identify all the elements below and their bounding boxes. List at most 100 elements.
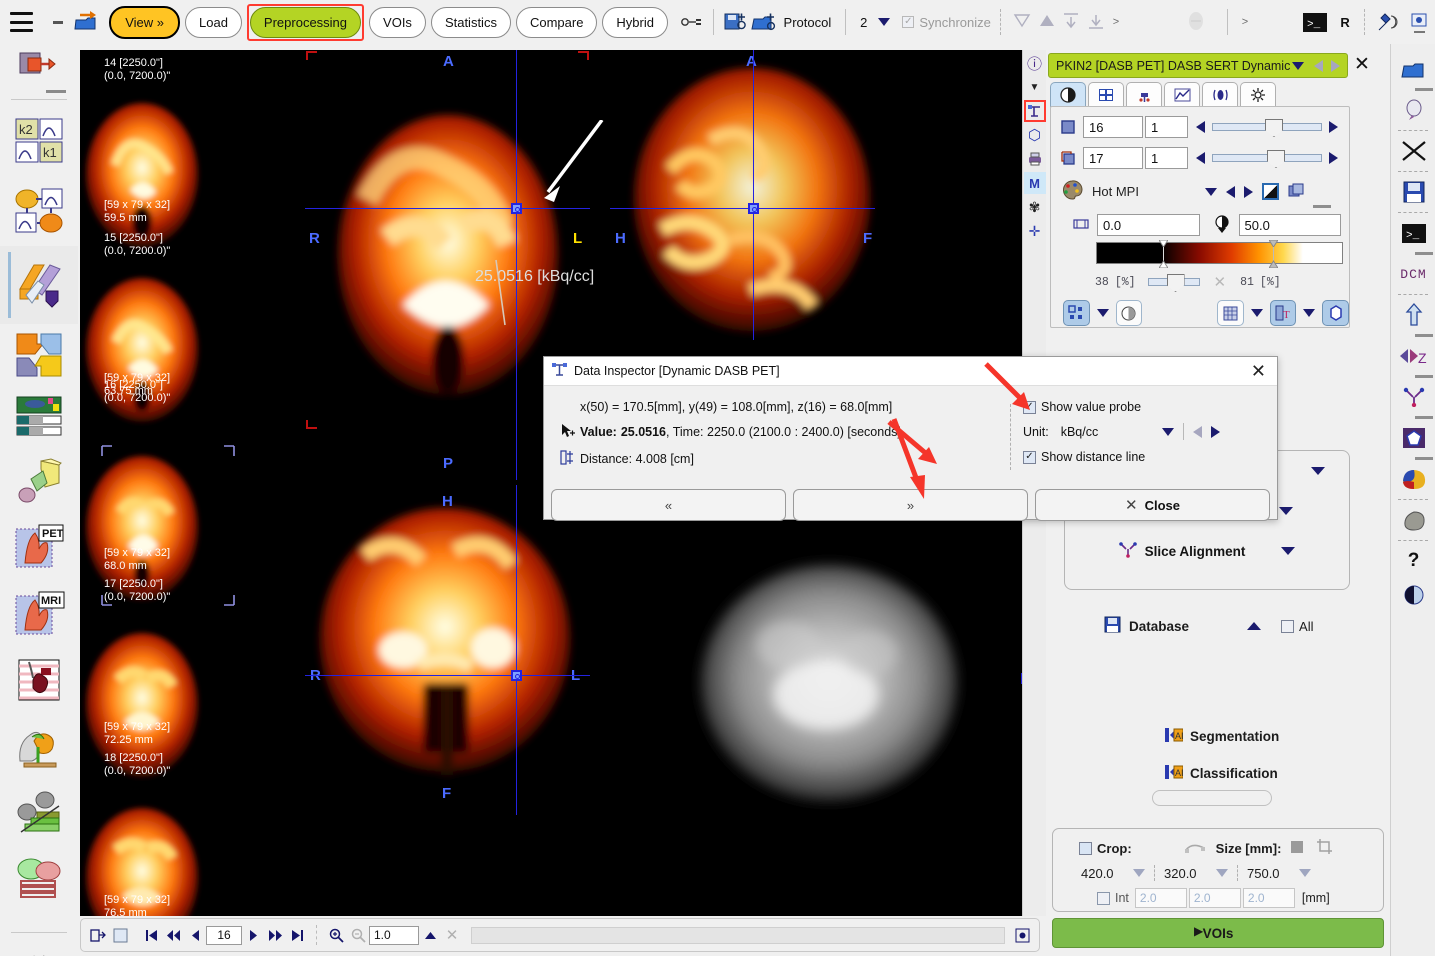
reset-threshold-icon[interactable]: ✕ bbox=[1214, 273, 1227, 291]
rail-dash-6[interactable] bbox=[1415, 334, 1433, 337]
cardiac-pet-icon[interactable]: PET bbox=[0, 514, 78, 582]
crop-z-dropdown-icon[interactable] bbox=[1299, 869, 1311, 877]
help-icon[interactable]: ? bbox=[1391, 544, 1435, 578]
coronal-crosshair-horizontal[interactable] bbox=[305, 675, 590, 676]
coronal-view[interactable]: H R L F bbox=[305, 485, 590, 815]
tools-icon[interactable] bbox=[1374, 10, 1404, 34]
save-icon[interactable] bbox=[1391, 175, 1435, 209]
tab-settings[interactable] bbox=[1240, 82, 1276, 107]
align-top-icon[interactable] bbox=[1059, 12, 1083, 33]
window-controls-icon[interactable] bbox=[1404, 12, 1435, 33]
save-protocol-icon[interactable] bbox=[723, 11, 749, 33]
crop-x-value[interactable]: 420.0 bbox=[1081, 866, 1133, 881]
frame-value-input[interactable]: 17 bbox=[1083, 147, 1143, 169]
zoom-value-input[interactable]: 1.0 bbox=[369, 925, 419, 945]
mri-view[interactable] bbox=[648, 525, 1022, 840]
crosshair-icon[interactable]: ✛ bbox=[1024, 220, 1046, 242]
split-z-icon[interactable]: Z bbox=[1391, 339, 1435, 373]
rail-collapse-dash[interactable] bbox=[1415, 88, 1433, 91]
interp-y-input[interactable]: 2.0 bbox=[1188, 888, 1241, 908]
chevron-down-icon[interactable]: ▼ bbox=[1024, 76, 1046, 98]
statistics-button[interactable]: Statistics bbox=[430, 6, 511, 38]
slice-increment-icon[interactable] bbox=[1329, 121, 1338, 133]
crosshair-vertical[interactable] bbox=[516, 50, 517, 480]
shape-icon[interactable] bbox=[1322, 300, 1349, 326]
hamburger-icon[interactable] bbox=[10, 12, 33, 32]
balloon-icon[interactable] bbox=[1391, 93, 1435, 127]
slice-value-input[interactable]: 16 bbox=[1083, 116, 1143, 138]
info-icon[interactable]: ⓘ bbox=[1024, 52, 1046, 74]
grid-icon[interactable] bbox=[1217, 300, 1244, 326]
show-distance-line-checkbox[interactable]: ✓ bbox=[1023, 450, 1036, 464]
interp-x-input[interactable]: 2.0 bbox=[1134, 888, 1187, 908]
sagittal-crosshair-marker[interactable] bbox=[748, 203, 759, 214]
rewind-button[interactable] bbox=[162, 924, 184, 946]
minimize-dash-icon[interactable] bbox=[52, 20, 64, 24]
pkin-modeling-icon[interactable] bbox=[0, 176, 78, 246]
series-prev-icon[interactable] bbox=[1314, 59, 1323, 72]
layout-count[interactable]: 2 bbox=[860, 15, 867, 30]
split-slices-dropdown-icon[interactable] bbox=[1279, 507, 1294, 515]
threshold-slider-knob[interactable] bbox=[1166, 274, 1185, 292]
tab-contrast[interactable] bbox=[1050, 82, 1086, 107]
link-icon[interactable] bbox=[681, 16, 704, 28]
load-button[interactable]: Load bbox=[185, 6, 242, 38]
frame-slider[interactable] bbox=[1212, 150, 1322, 168]
interp-z-input[interactable]: 2.0 bbox=[1242, 888, 1295, 908]
tab-layout[interactable] bbox=[1088, 82, 1124, 107]
align-bottom-icon[interactable] bbox=[1083, 12, 1107, 33]
console-icon[interactable]: >_ bbox=[1302, 12, 1328, 32]
colortable-prev-icon[interactable] bbox=[1225, 185, 1235, 198]
sagittal-crosshair-horizontal[interactable] bbox=[610, 208, 875, 209]
vois-button[interactable]: VOIs bbox=[369, 6, 426, 38]
tab-motion[interactable] bbox=[1202, 82, 1238, 107]
kinetic-modeling-k2k1-icon[interactable]: k2 k1 bbox=[0, 106, 78, 176]
filter-up-icon[interactable] bbox=[1034, 12, 1058, 33]
unit-dropdown-icon[interactable] bbox=[1162, 427, 1175, 436]
3d-rendering-icon[interactable] bbox=[0, 448, 78, 514]
sagittal-crosshair-vertical[interactable] bbox=[753, 50, 754, 340]
filter-down-icon[interactable] bbox=[1010, 12, 1034, 33]
colortable-next-icon[interactable] bbox=[1243, 185, 1253, 198]
stone-icon[interactable] bbox=[1391, 503, 1435, 537]
previous-slice-button[interactable] bbox=[184, 924, 206, 946]
colorbar[interactable] bbox=[1096, 239, 1343, 269]
series-dropdown-icon[interactable] bbox=[1292, 61, 1304, 70]
colortable-minimize-dash[interactable] bbox=[1313, 205, 1331, 208]
r-label[interactable]: R bbox=[1340, 15, 1349, 30]
synchronize-checkbox[interactable]: ✓ Synchronize bbox=[902, 15, 991, 30]
orientation-icon[interactable] bbox=[1391, 298, 1435, 332]
exit-icon[interactable]: ✕ bbox=[0, 939, 78, 956]
hybrid-button[interactable]: Hybrid bbox=[602, 6, 668, 38]
rail-dash-7[interactable] bbox=[1415, 375, 1433, 378]
dcm-label[interactable]: DCM bbox=[1391, 257, 1435, 291]
range-min-input[interactable]: 0.0 bbox=[1097, 214, 1200, 236]
database-collapse-icon[interactable] bbox=[1247, 622, 1262, 630]
fuse-it-icon[interactable] bbox=[0, 324, 78, 386]
collapse-icon[interactable] bbox=[419, 924, 441, 946]
slice-number-input[interactable]: 16 bbox=[206, 925, 242, 945]
percent-low-value[interactable]: 38 bbox=[1095, 276, 1109, 289]
segmentation-row[interactable]: AI Segmentation bbox=[1164, 727, 1279, 746]
database-row[interactable]: Database All bbox=[1104, 616, 1334, 636]
frame-increment-icon[interactable] bbox=[1329, 152, 1338, 164]
series-next-icon[interactable] bbox=[1331, 59, 1340, 72]
slice-slider[interactable] bbox=[1212, 119, 1322, 137]
roi-shape-icon[interactable]: ⬡ bbox=[1024, 124, 1046, 146]
show-value-probe-checkbox[interactable]: ✓ bbox=[1023, 400, 1036, 414]
close-icon[interactable]: ✕ bbox=[441, 924, 463, 946]
open-file-icon[interactable] bbox=[73, 9, 101, 35]
series-close-icon[interactable]: ✕ bbox=[1354, 55, 1370, 75]
show-distance-line-row[interactable]: ✓ Show distance line bbox=[1023, 450, 1277, 464]
empty-action-button[interactable] bbox=[1152, 790, 1272, 806]
slice-alignment-dropdown-icon[interactable] bbox=[1281, 547, 1296, 555]
stop-icon[interactable] bbox=[109, 924, 131, 946]
zoom-in-icon[interactable] bbox=[325, 924, 347, 946]
vois-pan el-button[interactable]: VOIs bbox=[1052, 918, 1384, 948]
fast-forward-button[interactable] bbox=[264, 924, 286, 946]
invert-colortable-icon[interactable] bbox=[1261, 183, 1279, 200]
next-slice-button[interactable] bbox=[242, 924, 264, 946]
dialog-titlebar[interactable]: Data Inspector [Dynamic DASB PET] ✕ bbox=[544, 357, 1277, 386]
roi-icon[interactable] bbox=[1391, 421, 1435, 455]
colorbar-high-marker[interactable] bbox=[1268, 239, 1279, 269]
